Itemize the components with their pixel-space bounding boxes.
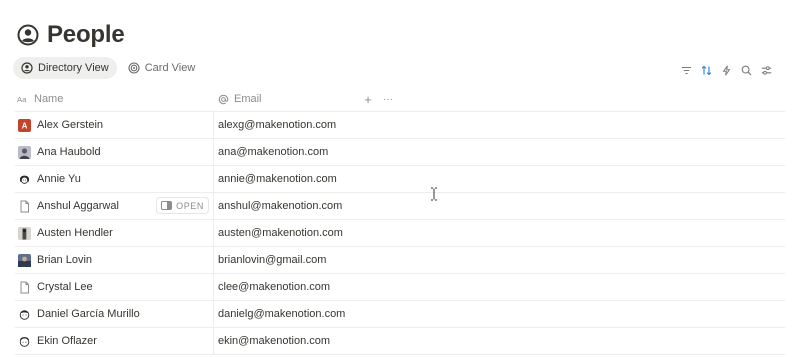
sketch-face-avatar [18, 335, 31, 348]
add-property-button[interactable]: + [360, 92, 376, 107]
email-cell[interactable]: anshul@makenotion.com [214, 200, 342, 212]
open-label: OPEN [176, 200, 204, 211]
name-cell[interactable]: Daniel García Murillo [15, 301, 214, 327]
svg-text:Aa: Aa [17, 95, 27, 104]
settings-sliders-icon [761, 65, 771, 75]
sort-button[interactable] [696, 62, 716, 78]
column-header-email[interactable]: Email [214, 87, 357, 111]
person-name: Alex Gerstein [37, 119, 104, 131]
email-cell[interactable]: brianlovin@gmail.com [214, 254, 326, 266]
search-button[interactable] [736, 62, 756, 78]
tab-label: Card View [144, 62, 196, 74]
settings-button[interactable] [756, 62, 776, 78]
person-name: Daniel García Murillo [37, 308, 140, 320]
person-name: Anshul Aggarwal [37, 200, 119, 212]
email-cell[interactable]: danielg@makenotion.com [214, 308, 345, 320]
column-label: Name [34, 93, 64, 105]
page-icon [18, 200, 31, 213]
person-name: Austen Hendler [37, 227, 113, 239]
email-cell[interactable]: alexg@makenotion.com [214, 119, 336, 131]
automation-button[interactable] [716, 62, 736, 78]
table-row[interactable]: Ana Haubold ana@makenotion.com [15, 139, 785, 166]
database-toolbar [676, 62, 776, 78]
name-cell[interactable]: Ana Haubold [15, 139, 214, 165]
email-cell[interactable]: annie@makenotion.com [214, 173, 337, 185]
table-row[interactable]: Brian Lovin brianlovin@gmail.com [15, 247, 785, 274]
text-cursor-icon [431, 187, 437, 201]
table-row[interactable]: Ekin Oflazer ekin@makenotion.com [15, 328, 785, 355]
photo-avatar [18, 145, 31, 159]
email-cell[interactable]: clee@makenotion.com [214, 281, 330, 293]
name-cell[interactable]: Crystal Lee [15, 274, 214, 300]
search-icon [741, 65, 751, 75]
name-cell[interactable]: Anshul Aggarwal OPEN [15, 193, 214, 219]
table-row[interactable]: Annie Yu annie@makenotion.com [15, 166, 785, 193]
drag-handle[interactable] [0, 203, 2, 209]
more-options-button[interactable]: ··· [380, 92, 396, 106]
page-header: People [17, 21, 125, 49]
table-row[interactable]: Anshul Aggarwal OPEN anshul@makenotion.c… [15, 193, 785, 220]
tab-card-view[interactable]: Card View [120, 57, 204, 79]
tab-directory-view[interactable]: Directory View [13, 57, 117, 79]
person-name: Ekin Oflazer [37, 335, 97, 347]
name-cell[interactable]: Annie Yu [15, 166, 214, 192]
column-header-name[interactable]: Aa Name [15, 87, 214, 111]
text-property-icon: Aa [17, 93, 29, 105]
table-header: Aa Name Email + ··· [15, 87, 785, 112]
email-cell[interactable]: ekin@makenotion.com [214, 335, 330, 347]
person-name: Brian Lovin [37, 254, 93, 266]
filter-button[interactable] [676, 62, 696, 78]
table-row[interactable]: Austen Hendler austen@makenotion.com [15, 220, 785, 247]
person-circle-icon [21, 62, 33, 74]
column-label: Email [234, 93, 262, 105]
name-cell[interactable]: A Alex Gerstein [15, 112, 214, 138]
table-row[interactable]: Crystal Lee clee@makenotion.com [15, 274, 785, 301]
email-cell[interactable]: austen@makenotion.com [214, 227, 343, 239]
lightning-icon [722, 65, 730, 75]
email-cell[interactable]: ana@makenotion.com [214, 146, 328, 158]
open-panel-icon [161, 201, 173, 210]
header-actions: + ··· [360, 92, 400, 107]
page-icon [18, 281, 31, 294]
tab-label: Directory View [38, 62, 109, 74]
person-circle-icon [17, 24, 39, 46]
page-title: People [47, 21, 125, 48]
table-row[interactable]: Daniel García Murillo danielg@makenotion… [15, 301, 785, 328]
at-sign-icon [217, 93, 229, 105]
sort-icon [701, 65, 711, 75]
name-cell[interactable]: Austen Hendler [15, 220, 214, 246]
person-name: Ana Haubold [37, 146, 101, 158]
name-cell[interactable]: Ekin Oflazer [15, 328, 214, 354]
open-page-button[interactable]: OPEN [157, 198, 208, 213]
target-icon [128, 62, 140, 74]
svg-text:A: A [22, 121, 28, 130]
view-tabs: Directory View Card View [13, 57, 203, 79]
photo-avatar [18, 253, 31, 267]
sketch-face-avatar [18, 308, 31, 321]
photo-avatar [18, 226, 31, 240]
filter-icon [681, 66, 691, 74]
table-row[interactable]: A Alex Gerstein alexg@makenotion.com [15, 112, 785, 139]
letter-a-avatar: A [18, 118, 31, 132]
person-name: Annie Yu [37, 173, 81, 185]
sketch-face-avatar [18, 173, 31, 186]
people-table: Aa Name Email + ··· A Alex Gerstein alex… [15, 87, 785, 355]
person-name: Crystal Lee [37, 281, 93, 293]
name-cell[interactable]: Brian Lovin [15, 247, 214, 273]
